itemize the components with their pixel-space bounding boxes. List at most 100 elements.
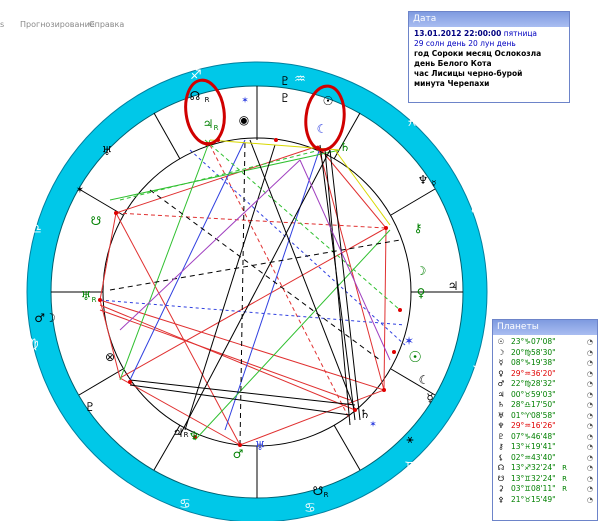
date-time: 13.01.2012 22:00:00 — [414, 29, 502, 38]
planet-position: 21°♉15'49" — [511, 494, 556, 504]
date-line: день Белого Кота — [414, 59, 492, 68]
saturn-r-icon: ♄ — [360, 407, 371, 421]
date-panel: Дата 13.01.2012 22:00:00 пятница 29 солн… — [408, 11, 570, 103]
planet-row: ☽ 20°♍58'30" ◔ — [493, 348, 597, 359]
planet-glyph-icon: ⚳ — [498, 484, 504, 493]
planet-glyph-icon: ♇ — [497, 431, 505, 441]
pluto-icon: ♇ — [280, 91, 291, 105]
planet-position: 29°♒36'20" — [511, 368, 556, 378]
retrograde-mark: R — [562, 485, 567, 493]
planet-list: ☉ 23°♑07'08" ◔ ☽ 20°♍58'30" ◔ ☿ 08°♑19'38" ◔ ♀ 29°… — [493, 335, 597, 505]
svg-text:♋: ♋ — [179, 497, 191, 512]
planet-glyph-icon: ☉ — [497, 337, 505, 346]
planet-row: ⚸ 02°♒43'40" ◔ — [493, 453, 597, 464]
svg-text:♍: ♍ — [27, 337, 39, 352]
planet-position: 01°♈08'58" — [511, 410, 556, 420]
retrograde-mark: R — [562, 464, 567, 472]
mars-moon-icon: ♂☽ — [34, 311, 56, 325]
svg-text:☿: ☿ — [432, 179, 437, 188]
planet-row: ☿ 08°♑19'38" ◔ — [493, 358, 597, 369]
planets-panel: Планеты ☉ 23°♑07'08" ◔ ☽ 20°♍58'30" ◔ ☿ 08°♑19'… — [492, 319, 598, 521]
date-panel-title: Дата — [409, 12, 569, 27]
sign-dot-icon: ◔ — [586, 495, 593, 504]
sun-green-icon: ☉ — [408, 348, 421, 366]
planet-row: ☉ 23°♑07'08" ◔ — [493, 337, 597, 348]
planet-row: ♆ 29°♒16'26" ◔ — [493, 421, 597, 432]
planet-glyph-icon: ♄ — [497, 400, 505, 409]
svg-text:♒: ♒ — [294, 72, 306, 87]
planet-row: ♅ 01°♈08'58" ◔ — [493, 411, 597, 422]
planet-glyph-icon: ♂ — [497, 379, 505, 388]
sextile-icon: ⚹ — [406, 432, 413, 446]
svg-text:♎: ♎ — [30, 222, 42, 237]
aspect-circle — [102, 137, 412, 447]
planet-row: ♄ 28°♎17'50" ◔ — [493, 400, 597, 411]
star-icon: ✶ — [404, 334, 414, 348]
svg-text:♈: ♈ — [471, 207, 483, 222]
sign-dot-icon: ◔ — [586, 443, 593, 451]
sign-dot-icon: ◔ — [586, 390, 593, 399]
pluto-small-icon: ♇ — [85, 400, 96, 414]
planet-glyph-icon: ☋ — [497, 473, 505, 483]
north-node-icon: ☊ — [190, 89, 201, 103]
sign-dot-icon: ◔ — [586, 485, 593, 493]
jupiter-small-icon: ♃ — [448, 279, 459, 293]
weekday: пятница — [503, 29, 538, 38]
sign-dot-icon: ◔ — [586, 369, 593, 378]
uranus-r-icon: ♅ — [81, 289, 92, 303]
sign-dot-icon: ◔ — [586, 359, 593, 367]
jupiter-icon: ♃ — [203, 117, 214, 131]
retrograde-mark: R — [562, 474, 567, 483]
venus-icon: ♀ — [417, 286, 426, 300]
svg-text:R: R — [214, 124, 219, 132]
sign-dot-icon: ◔ — [586, 432, 593, 441]
sign-dot-icon: ◔ — [586, 338, 593, 346]
south-node-green-icon: ☋ — [91, 214, 102, 228]
date-line: год Сороки месяц Ослокозла — [414, 49, 542, 58]
jupiter-r-icon: ♃ — [173, 426, 184, 440]
planet-position: 20°♍58'30" — [511, 347, 556, 357]
sign-dot-icon: ◔ — [586, 401, 593, 409]
sign-dot-icon: ◔ — [586, 348, 593, 357]
planet-row: ♂ 22°♍28'32" ◔ — [493, 379, 597, 390]
planet-position: 29°♒16'26" — [511, 421, 556, 430]
planet-row: ♀ 29°♒36'20" ◔ — [493, 369, 597, 380]
svg-text:R: R — [184, 431, 189, 439]
moon-blue-icon: ☾ — [317, 122, 328, 136]
uranus-icon: ♅ — [255, 439, 266, 453]
svg-text:♉: ♉ — [472, 364, 484, 379]
planet-position: 02°♒43'40" — [511, 452, 556, 462]
pluto-glyph-icon: ♇ — [280, 74, 291, 88]
svg-text:R: R — [205, 96, 210, 104]
planet-position: 08°♑19'38" — [511, 358, 556, 367]
sign-dot-icon: ◔ — [586, 380, 593, 388]
asc-star-icon: ✶ — [241, 96, 249, 106]
svg-text:♊: ♊ — [404, 460, 416, 475]
mercury-small-icon: ☿ — [426, 391, 433, 405]
day-counts: 29 солн день 20 лун день — [414, 39, 516, 48]
mars-circle-icon: ⊗ — [105, 350, 115, 364]
planet-row: ☊ 13°♐32'24" R ◔ — [493, 463, 597, 474]
jupiter-left-icon: ♅ — [102, 144, 113, 158]
planet-row: ♃ 00°♉59'03" ◔ — [493, 390, 597, 401]
planet-position: 28°♎17'50" — [511, 400, 556, 409]
planet-glyph-icon: ☽ — [497, 347, 505, 357]
svg-text:✶: ✶ — [369, 420, 377, 430]
date-line: час Лисицы черно-бурой — [414, 69, 523, 78]
planet-glyph-icon: ♅ — [497, 410, 505, 420]
planet-row: ☋ 13°♊32'24" R ◔ — [493, 474, 597, 485]
svg-text:♏: ♏ — [84, 116, 96, 131]
date-line: минута Черепахи — [414, 79, 490, 88]
sun-icon: ☉ — [323, 94, 334, 108]
saturn-icon: ♄ — [340, 140, 351, 154]
sign-dot-icon: ◔ — [586, 411, 593, 420]
planet-row: ⚳ 03°♊08'11" R ◔ — [493, 484, 597, 495]
planet-position: 03°♊08'11" — [511, 484, 556, 493]
svg-text:♌: ♌ — [72, 439, 84, 454]
neptune-green-icon: ♆ — [189, 429, 200, 443]
date-panel-body: 13.01.2012 22:00:00 пятница 29 солн день… — [409, 27, 569, 89]
planet-glyph-icon: ☊ — [497, 463, 505, 472]
svg-text:R: R — [92, 296, 97, 304]
planet-glyph-icon: ♆ — [497, 421, 505, 430]
sun-dot-icon: ◉ — [239, 113, 249, 127]
